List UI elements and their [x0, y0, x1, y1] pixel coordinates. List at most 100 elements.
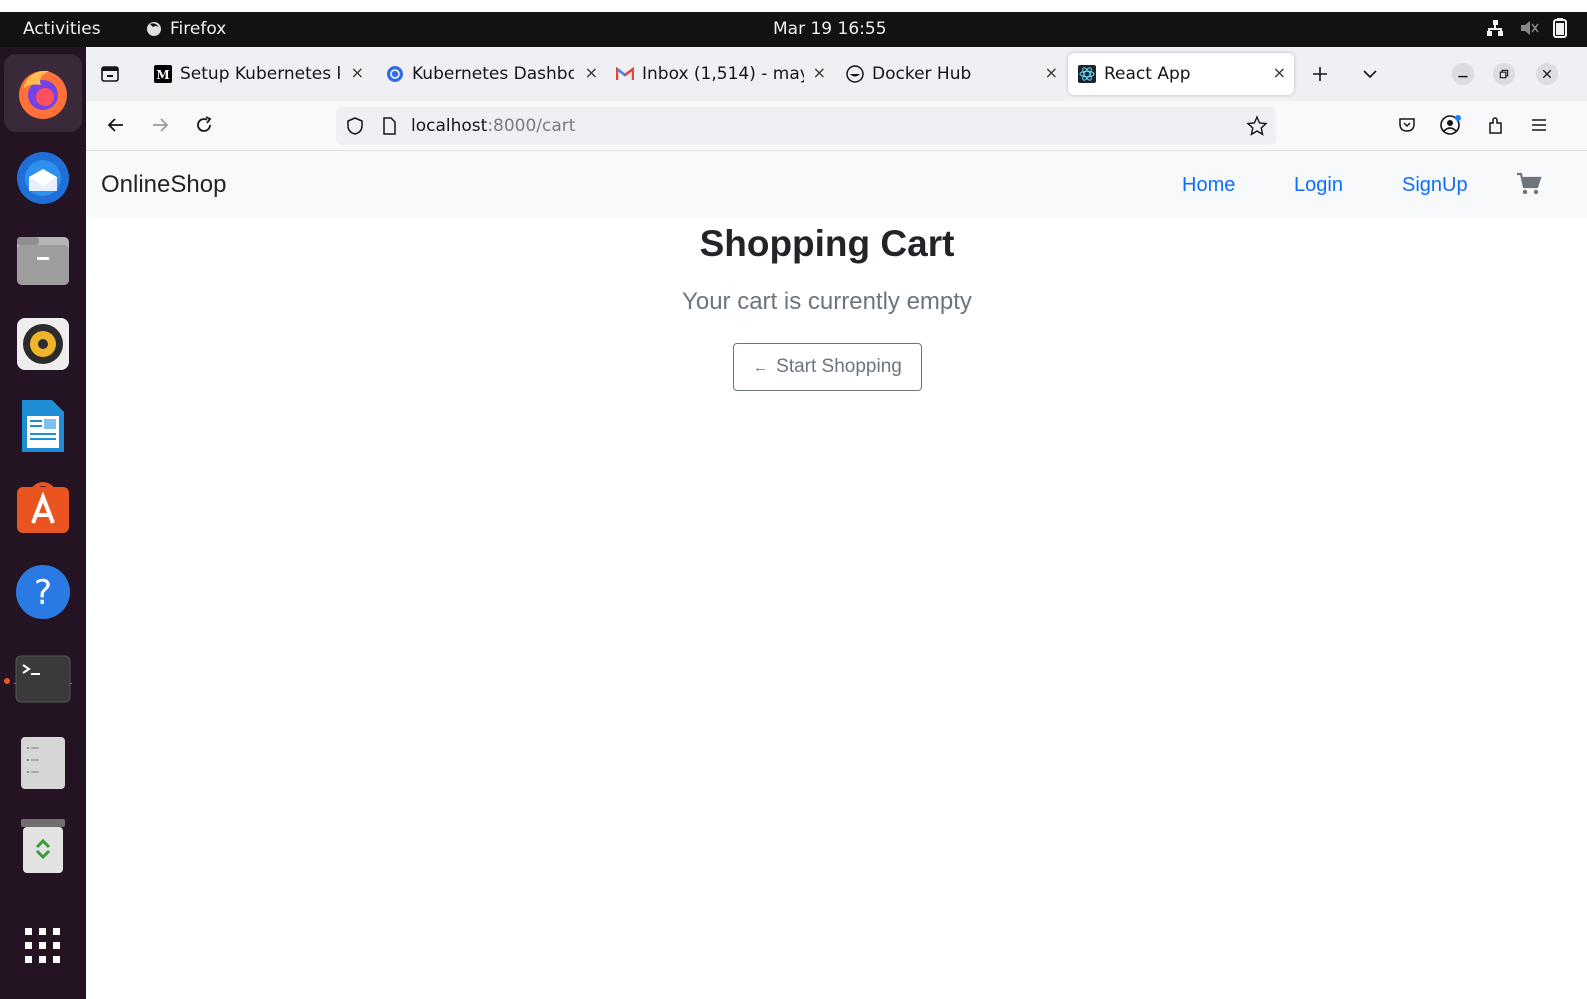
tab-gmail-inbox[interactable]: Inbox (1,514) - mayil × — [608, 53, 828, 95]
puzzle-icon — [1489, 117, 1502, 134]
arrow-right-icon — [153, 118, 169, 132]
show-apps-icon — [25, 928, 60, 963]
dock-writer[interactable] — [14, 397, 72, 455]
medium-icon: M — [154, 65, 172, 83]
nav-link-home[interactable]: Home — [1182, 174, 1235, 197]
text-editor-icon — [21, 737, 65, 789]
url-host: localhost — [411, 116, 488, 136]
list-all-tabs-button[interactable] — [1358, 62, 1382, 86]
dock-terminal[interactable] — [14, 650, 72, 708]
react-icon — [1078, 65, 1096, 83]
dock-trash[interactable] — [14, 817, 72, 875]
close-window-button[interactable] — [1535, 62, 1559, 86]
firefox-view-button[interactable] — [98, 62, 122, 86]
app-menu-button[interactable] — [1527, 113, 1551, 137]
dock-thunderbird[interactable] — [14, 147, 72, 205]
nav-link-login[interactable]: Login — [1294, 174, 1343, 197]
pocket-button[interactable] — [1395, 113, 1419, 137]
url-path: :8000/cart — [487, 116, 576, 136]
tab-label: Kubernetes Dashbo — [412, 64, 574, 84]
dock-help[interactable]: ? — [14, 563, 72, 621]
bookmark-star-icon[interactable] — [1246, 115, 1268, 137]
url-text[interactable]: localhost:8000/cart — [411, 116, 575, 136]
arrow-left-icon — [107, 118, 123, 132]
system-top-bar: Activities Firefox Mar 19 16:55 — [0, 0, 1587, 47]
kubernetes-icon — [386, 65, 404, 83]
svg-text:M: M — [156, 68, 169, 82]
minimize-icon — [1451, 62, 1475, 86]
tab-bar: M Setup Kubernetes k × Kubernetes Dashbo… — [86, 47, 1587, 101]
dock-rhythmbox[interactable] — [14, 315, 72, 373]
firefox-icon — [19, 70, 67, 119]
writer-icon — [22, 400, 64, 452]
tab-docker-hub[interactable]: Docker Hub × — [838, 53, 1060, 95]
thunderbird-icon — [17, 152, 69, 204]
dock-app-center[interactable] — [14, 480, 72, 538]
tab-close-icon[interactable]: × — [1045, 63, 1058, 82]
app-menu[interactable]: Firefox — [146, 19, 226, 39]
tab-setup-kubernetes[interactable]: M Setup Kubernetes k × — [146, 53, 366, 95]
start-shopping-label: Start Shopping — [776, 356, 902, 377]
tab-label: Inbox (1,514) - mayil — [642, 64, 804, 84]
app-name: Firefox — [170, 19, 227, 39]
restore-icon — [1492, 62, 1516, 86]
brand-logo[interactable]: OnlineShop — [101, 171, 226, 199]
close-icon — [1535, 62, 1559, 86]
tab-label: React App — [1104, 64, 1191, 84]
tab-react-app[interactable]: React App × — [1068, 53, 1294, 95]
site-navbar: OnlineShop Home Login SignUp — [86, 151, 1587, 217]
minimize-button[interactable] — [1451, 62, 1475, 86]
trash-icon — [21, 819, 65, 873]
tab-close-icon[interactable]: × — [813, 63, 826, 82]
firefox-small-icon — [147, 22, 161, 36]
network-icon — [1487, 20, 1503, 36]
dock: ? — [0, 47, 86, 999]
help-icon: ? — [16, 565, 70, 619]
terminal-icon — [15, 655, 71, 703]
files-icon — [17, 237, 69, 285]
status-area[interactable] — [1485, 18, 1567, 38]
restore-button[interactable] — [1492, 62, 1516, 86]
battery-icon — [1553, 18, 1567, 38]
tab-label: Docker Hub — [872, 64, 972, 84]
cart-icon[interactable] — [1516, 171, 1542, 197]
tab-close-icon[interactable]: × — [1273, 63, 1286, 82]
chevron-down-icon — [1363, 70, 1377, 79]
page-info-icon[interactable] — [381, 116, 397, 136]
account-button[interactable] — [1439, 113, 1463, 137]
url-bar[interactable]: localhost:8000/cart — [336, 107, 1276, 145]
pocket-icon — [1399, 118, 1415, 132]
dock-show-apps[interactable] — [14, 917, 72, 975]
start-shopping-button[interactable]: ← Start Shopping — [733, 343, 922, 391]
system-bar-strip: Activities Firefox Mar 19 16:55 — [0, 12, 1587, 47]
running-indicator — [4, 678, 10, 684]
page-content: OnlineShop Home Login SignUp Shopping Ca… — [86, 151, 1587, 999]
firefox-view-icon — [101, 66, 119, 82]
gmail-icon — [616, 65, 634, 83]
page-title: Shopping Cart — [699, 223, 955, 264]
tracking-shield-icon[interactable] — [346, 116, 364, 136]
dock-firefox[interactable] — [4, 54, 82, 132]
dock-files[interactable] — [14, 232, 72, 290]
extensions-button[interactable] — [1484, 113, 1508, 137]
reload-button[interactable] — [192, 113, 216, 137]
account-icon — [1440, 115, 1461, 135]
arrow-left-icon: ← — [753, 358, 769, 376]
tab-kubernetes-dashboard[interactable]: Kubernetes Dashbo × — [378, 53, 600, 95]
back-button[interactable] — [104, 113, 128, 137]
tab-label: Setup Kubernetes k — [180, 64, 340, 84]
forward-button[interactable] — [148, 113, 172, 137]
dock-text-editor[interactable] — [14, 734, 72, 792]
activities-button[interactable]: Activities — [23, 19, 101, 39]
svg-text:?: ? — [34, 573, 52, 613]
new-tab-button[interactable] — [1308, 62, 1332, 86]
nav-link-signup[interactable]: SignUp — [1402, 174, 1468, 197]
docker-icon — [846, 65, 864, 83]
app-center-icon — [17, 482, 69, 533]
plus-icon — [1313, 67, 1327, 81]
tab-close-icon[interactable]: × — [585, 63, 598, 82]
rhythmbox-icon — [17, 318, 69, 370]
firefox-window: M Setup Kubernetes k × Kubernetes Dashbo… — [86, 47, 1587, 999]
tab-close-icon[interactable]: × — [351, 63, 364, 82]
clock[interactable]: Mar 19 16:55 — [773, 19, 887, 39]
